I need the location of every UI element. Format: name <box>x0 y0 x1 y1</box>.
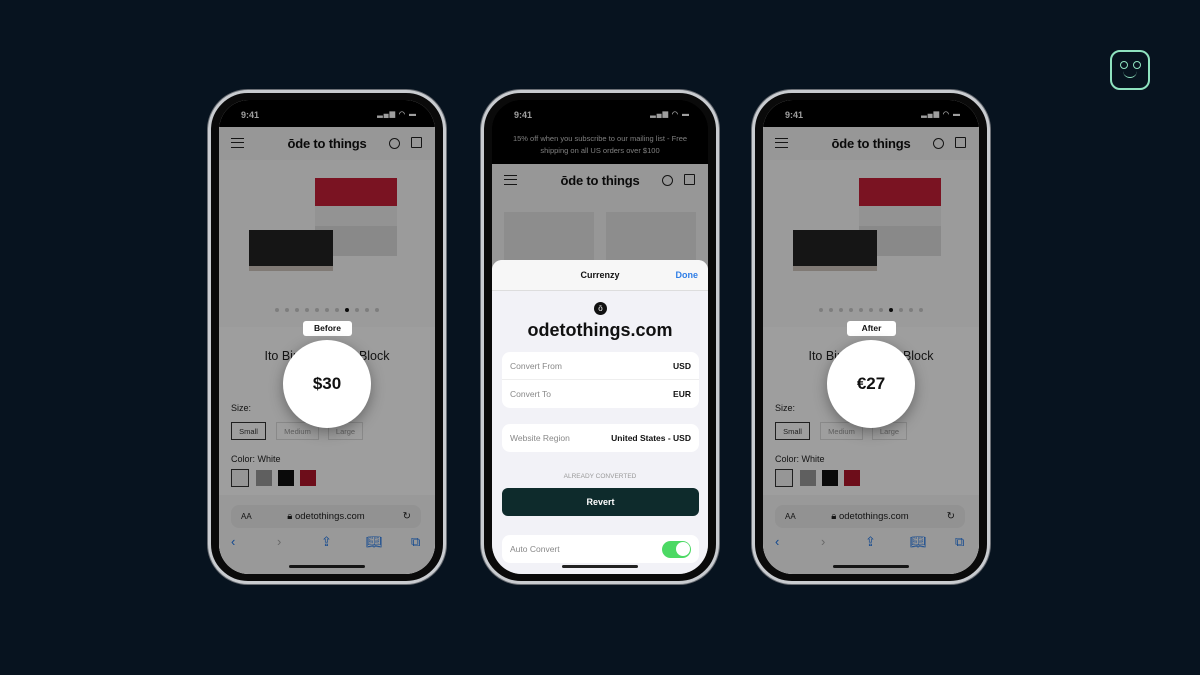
status-icons: ▂▄▆ ◠ ▬ <box>921 111 961 118</box>
conversion-status: ALREADY CONVERTED <box>563 473 637 480</box>
convert-from-row[interactable]: Convert From USD <box>502 352 699 380</box>
size-small[interactable]: Small <box>231 422 266 440</box>
url-text: odetothings.com <box>294 511 365 522</box>
size-label: Size: <box>231 403 252 413</box>
swatch-black[interactable] <box>822 470 838 486</box>
store-header: ōde to things <box>492 164 708 197</box>
hamburger-icon[interactable] <box>504 175 517 185</box>
carousel-dots[interactable] <box>219 308 435 312</box>
color-label: Color: White <box>775 454 825 464</box>
bag-icon[interactable] <box>684 174 695 185</box>
region-group: Website Region United States - USD <box>502 424 699 452</box>
size-label: Size: <box>775 403 796 413</box>
auto-convert-toggle[interactable] <box>662 540 691 558</box>
share-icon[interactable]: ⇪ <box>865 534 876 550</box>
convert-to-row[interactable]: Convert To EUR <box>502 380 699 408</box>
address-bar[interactable]: AA 🔒︎ odetothings.com ↻ <box>231 505 421 528</box>
done-button[interactable]: Done <box>676 270 699 280</box>
swatch-black[interactable] <box>278 470 294 486</box>
convert-to-value: EUR <box>673 389 691 399</box>
bag-icon[interactable] <box>955 137 966 148</box>
bookmarks-icon[interactable]: 📖︎ <box>910 534 927 550</box>
swatch-white[interactable] <box>775 469 793 487</box>
bookmarks-icon[interactable]: 📖︎ <box>366 534 383 550</box>
convert-from-value: USD <box>673 360 691 371</box>
carousel-dots[interactable] <box>763 308 979 312</box>
home-indicator <box>289 565 365 568</box>
text-size-button[interactable]: AA <box>241 512 252 521</box>
lock-icon: 🔒︎ <box>831 511 839 522</box>
status-bar: 9:41 ▂▄▆ ◠ ▬ <box>219 100 435 127</box>
tabs-icon[interactable]: ⧉ <box>955 534 964 550</box>
swatch-gray[interactable] <box>800 470 816 486</box>
promo-banner[interactable]: 15% off when you subscribe to our mailin… <box>502 133 698 157</box>
hamburger-icon[interactable] <box>775 138 788 148</box>
tabs-icon[interactable]: ⧉ <box>411 534 420 550</box>
convert-from-label: Convert From <box>510 360 562 371</box>
bag-icon[interactable] <box>411 137 422 148</box>
lock-icon: 🔒︎ <box>287 511 295 522</box>
hamburger-icon[interactable] <box>231 138 244 148</box>
store-logo[interactable]: ōde to things <box>288 136 367 151</box>
store-logo[interactable]: ōde to things <box>561 173 640 188</box>
convert-to-label: Convert To <box>510 389 551 399</box>
back-icon[interactable]: ‹ <box>231 534 235 549</box>
color-label: Color: White <box>231 454 281 464</box>
after-badge: After <box>847 321 896 336</box>
site-icon: ō <box>594 302 607 315</box>
currenzy-sheet: Currenzy Done ō odetothings.com Convert … <box>492 260 708 574</box>
store-header: ōde to things <box>763 127 979 160</box>
search-icon[interactable] <box>662 175 673 186</box>
website-region-row[interactable]: Website Region United States - USD <box>502 424 699 452</box>
status-time: 9:41 <box>785 110 804 120</box>
text-size-button[interactable]: AA <box>785 512 796 521</box>
home-indicator <box>562 565 638 568</box>
region-value: United States - USD <box>611 433 691 443</box>
revert-button[interactable]: Revert <box>502 488 699 516</box>
search-icon[interactable] <box>389 138 400 149</box>
product-image <box>219 160 435 327</box>
status-bar: 9:41 ▂▄▆ ◠ ▬ <box>492 100 708 127</box>
url-text: odetothings.com <box>838 511 909 522</box>
home-indicator <box>833 565 909 568</box>
region-label: Website Region <box>510 433 570 443</box>
phone-after: 9:41▂▄▆ ◠ ▬ ōde to things Ito Binary Mem… <box>752 90 990 584</box>
before-badge: Before <box>303 321 352 336</box>
status-icons: ▂▄▆ ◠ ▬ <box>650 111 690 118</box>
status-time: 9:41 <box>241 110 260 120</box>
size-small[interactable]: Small <box>775 422 810 440</box>
site-domain: odetothings.com <box>527 320 673 340</box>
store-header: ōde to things <box>219 127 435 160</box>
swatch-red[interactable] <box>300 470 316 486</box>
auto-convert-label: Auto Convert <box>510 544 560 554</box>
search-icon[interactable] <box>933 138 944 149</box>
forward-icon[interactable]: › <box>277 534 281 549</box>
address-bar[interactable]: AA 🔒︎ odetothings.com ↻ <box>775 505 965 528</box>
product-image <box>763 160 979 327</box>
forward-icon[interactable]: › <box>821 534 825 549</box>
back-icon[interactable]: ‹ <box>775 534 779 549</box>
auto-convert-group: Auto Convert <box>502 535 699 563</box>
reload-icon[interactable]: ↻ <box>403 511 411 522</box>
status-bar: 9:41 ▂▄▆ ◠ ▬ <box>763 100 979 127</box>
phone-currenzy: 9:41 ▂▄▆ ◠ ▬ 15% off when you subscribe t… <box>481 90 719 584</box>
currenzy-logo-icon <box>1110 50 1150 90</box>
swatch-gray[interactable] <box>256 470 272 486</box>
share-icon[interactable]: ⇪ <box>321 534 332 550</box>
swatch-red[interactable] <box>844 470 860 486</box>
price-highlight: €27 <box>827 340 915 428</box>
status-time: 9:41 <box>514 110 533 120</box>
conversion-group: Convert From USD Convert To EUR <box>502 352 699 408</box>
price-highlight: $30 <box>283 340 371 428</box>
store-logo[interactable]: ōde to things <box>832 136 911 151</box>
swatch-white[interactable] <box>231 469 249 487</box>
phone-before: 9:41▂▄▆ ◠ ▬ ōde to things Ito Binary Mem… <box>208 90 446 584</box>
status-icons: ▂▄▆ ◠ ▬ <box>377 111 417 118</box>
reload-icon[interactable]: ↻ <box>947 511 955 522</box>
